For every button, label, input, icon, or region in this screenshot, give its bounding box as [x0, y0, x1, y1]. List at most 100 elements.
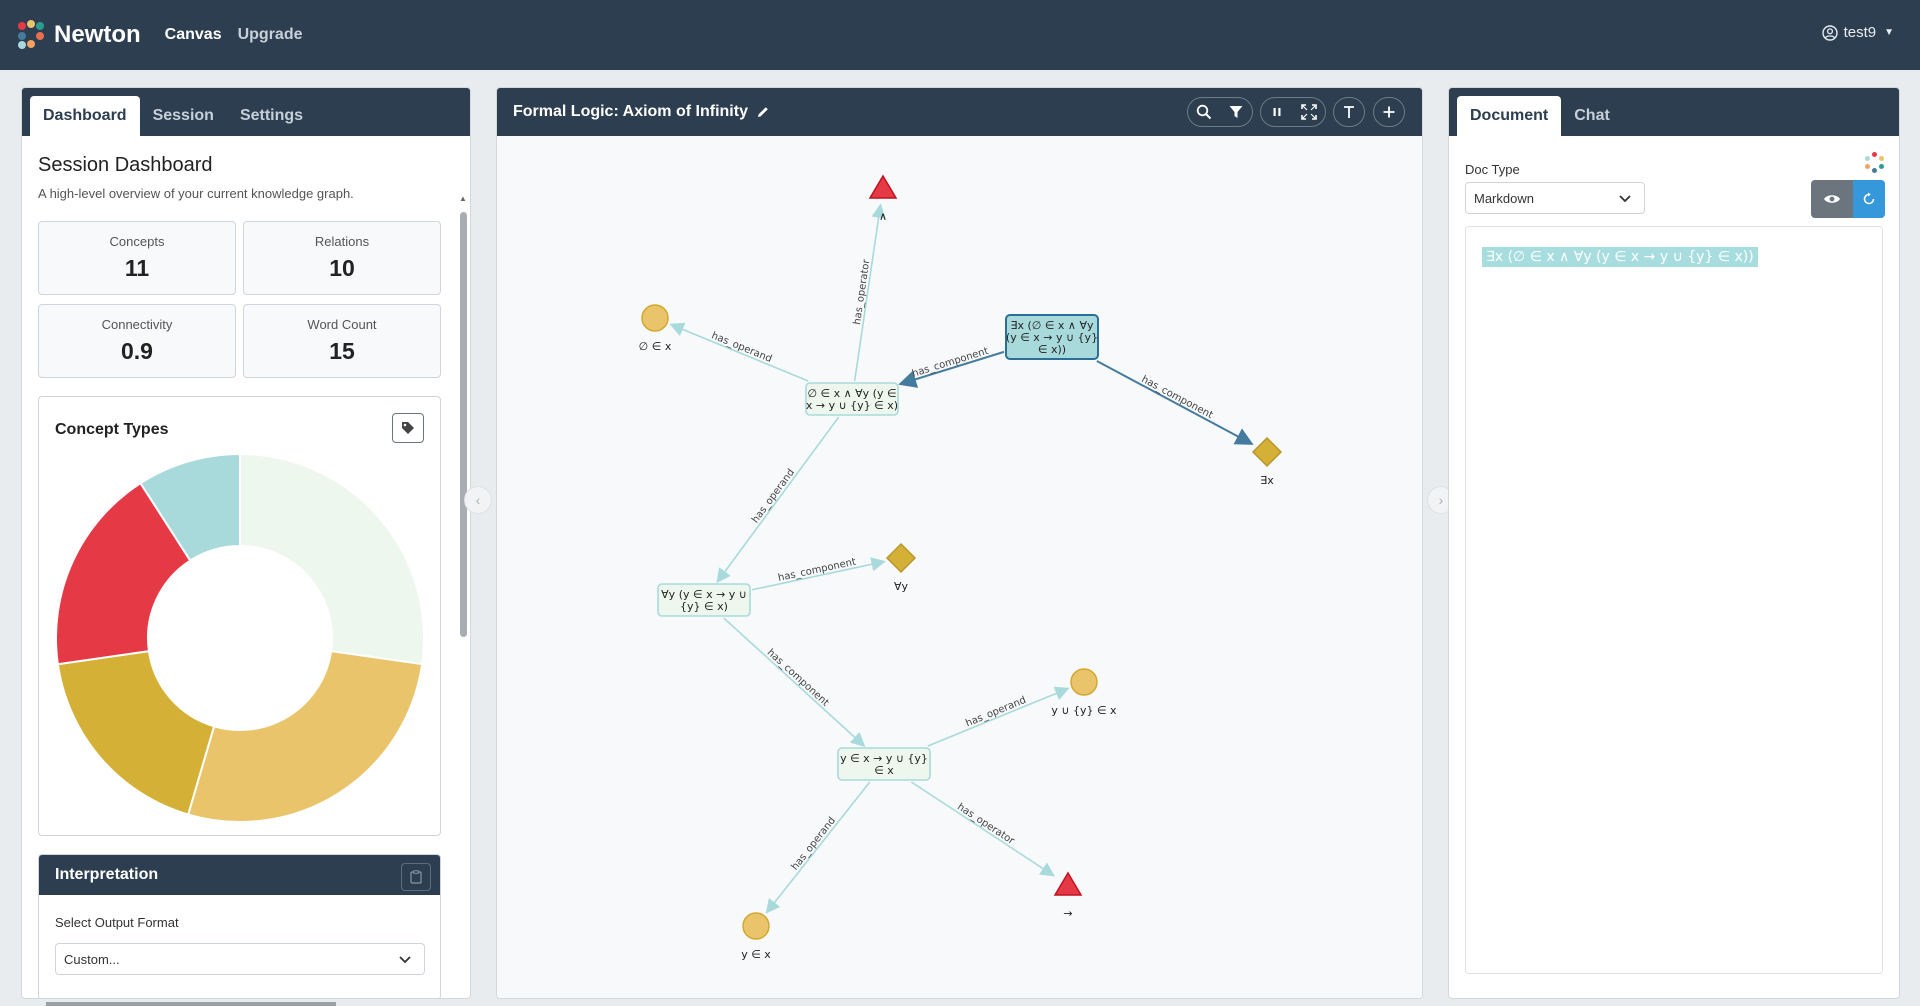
- node-label: ∅ ∈ x: [639, 340, 672, 353]
- node-text: ∈ x: [874, 764, 894, 777]
- dashboard-title: Session Dashboard: [38, 154, 213, 176]
- bottom-scroll-indicator: [46, 1002, 336, 1006]
- eye-icon: [1824, 195, 1840, 203]
- tab-chat[interactable]: Chat: [1561, 96, 1623, 136]
- collapse-left-button[interactable]: ‹: [464, 486, 492, 514]
- node-label: y ∪ {y} ∈ x: [1051, 704, 1117, 717]
- dashboard-scrollbar[interactable]: ▲ ▼: [458, 194, 468, 998]
- scroll-thumb[interactable]: [460, 212, 467, 637]
- loading-spinner-icon: [1863, 152, 1885, 174]
- clipboard-button[interactable]: [401, 863, 431, 891]
- edge-label: has_operand: [790, 815, 838, 872]
- text-button[interactable]: [1334, 98, 1364, 126]
- fit-view-button[interactable]: [1293, 98, 1325, 126]
- refresh-icon: [1863, 192, 1875, 205]
- concept-types-title: Concept Types: [55, 421, 169, 438]
- graph-title-text: Formal Logic: Axiom of Infinity: [513, 103, 748, 120]
- graph-node-conj[interactable]: ∅ ∈ x ∧ ∀y (y ∈x → y ∪ {y} ∈ x): [805, 382, 899, 416]
- output-format-value: Custom...: [64, 951, 120, 967]
- caret-down-icon: ▼: [1884, 27, 1894, 38]
- output-format-label: Select Output Format: [55, 915, 179, 930]
- node-label: ∧: [879, 210, 887, 223]
- tab-dashboard[interactable]: Dashboard: [30, 96, 140, 136]
- node-text: x → y ∪ {y} ∈ x): [806, 399, 898, 412]
- donut-slice-1[interactable]: [186, 649, 424, 823]
- nav-link-canvas[interactable]: Canvas: [165, 26, 222, 44]
- text-toggle-group: [1333, 97, 1365, 127]
- graph-edge[interactable]: [723, 617, 866, 747]
- interpretation-card: Interpretation Select Output Format Cust…: [38, 854, 441, 998]
- graph-node-empty_in[interactable]: ∅ ∈ x: [639, 304, 672, 353]
- output-format-select[interactable]: Custom...: [55, 943, 425, 975]
- tab-settings[interactable]: Settings: [227, 96, 316, 136]
- add-node-button[interactable]: [1374, 98, 1404, 126]
- edges-layer: has_componenthas_componenthas_operatorha…: [669, 203, 1254, 914]
- concept-types-card: Concept Types: [38, 396, 441, 836]
- tab-session[interactable]: Session: [140, 96, 227, 136]
- graph-edge[interactable]: [716, 416, 840, 584]
- nodes-layer: ∃x (∅ ∈ x ∧ ∀y(y ∈ x → y ∪ {y}∈ x)) ∅ ∈ x…: [639, 174, 1283, 961]
- clipboard-icon: [410, 870, 422, 884]
- graph-node-exists[interactable]: ∃x: [1251, 436, 1283, 487]
- graph-node-root[interactable]: ∃x (∅ ∈ x ∧ ∀y(y ∈ x → y ∪ {y}∈ x)): [1005, 314, 1099, 360]
- doc-actions: [1811, 180, 1885, 218]
- doc-type-label: Doc Type: [1465, 162, 1520, 177]
- node-label: →: [1063, 907, 1072, 920]
- brand-name: Newton: [54, 21, 141, 48]
- document-preview[interactable]: ∃x (∅ ∈ x ∧ ∀y (y ∈ x → y ∪ {y} ∈ x)): [1465, 226, 1883, 974]
- node-label: ∃x: [1260, 474, 1274, 487]
- graph-node-union_in[interactable]: y ∪ {y} ∈ x: [1051, 668, 1117, 717]
- brand[interactable]: Newton: [16, 20, 141, 50]
- node-text: ∈ x)): [1038, 343, 1066, 356]
- concept-types-donut-chart: [55, 453, 425, 823]
- edge-label: has_operand: [750, 467, 797, 525]
- graph-title[interactable]: Formal Logic: Axiom of Infinity: [513, 103, 770, 121]
- knowledge-graph[interactable]: has_componenthas_componenthas_operatorha…: [497, 136, 1422, 998]
- user-name: test9: [1843, 24, 1877, 41]
- right-panel-header: Document Chat: [1449, 88, 1899, 136]
- left-tabs: Dashboard Session Settings: [30, 96, 316, 136]
- scroll-up-icon[interactable]: ▲: [458, 194, 468, 203]
- user-menu[interactable]: test9 ▼: [1821, 24, 1894, 41]
- nav-link-upgrade[interactable]: Upgrade: [238, 26, 303, 44]
- pause-button[interactable]: [1261, 98, 1293, 126]
- right-panel: Document Chat Doc Type Markdown ∃x (∅ ∈ …: [1448, 87, 1900, 999]
- edge-label: has_operand: [964, 695, 1028, 730]
- edge-label: has_component: [765, 647, 831, 709]
- dashboard-body: Session Dashboard A high-level overview …: [22, 136, 470, 998]
- filter-button[interactable]: [1220, 98, 1252, 126]
- donut-slice-2[interactable]: [56, 649, 216, 816]
- graph-node-arrow_op[interactable]: →: [1053, 871, 1083, 920]
- stat-value: 0.9: [121, 338, 153, 364]
- doc-type-select[interactable]: Markdown: [1465, 182, 1645, 214]
- doc-type-value: Markdown: [1474, 190, 1534, 206]
- graph-node-impl[interactable]: y ∈ x → y ∪ {y}∈ x: [837, 747, 931, 781]
- left-panel-header: Dashboard Session Settings: [22, 88, 470, 136]
- graph-node-forall_q[interactable]: ∀y: [885, 542, 917, 593]
- node-label: y ∈ x: [741, 948, 771, 961]
- left-panel: Dashboard Session Settings Session Dashb…: [21, 87, 471, 999]
- search-button[interactable]: [1188, 98, 1220, 126]
- tag-button[interactable]: [392, 413, 424, 443]
- pencil-icon[interactable]: [756, 105, 770, 119]
- graph-canvas[interactable]: has_component has_component has_operator ha…: [497, 136, 1422, 998]
- graph-node-y_in[interactable]: y ∈ x: [741, 912, 771, 961]
- stat-label: Word Count: [307, 317, 377, 332]
- preview-button[interactable]: [1811, 180, 1853, 218]
- newton-logo-icon: [16, 20, 46, 50]
- edge-label: has_operator: [955, 802, 1017, 848]
- node-text: {y} ∈ x): [680, 600, 728, 613]
- node-label: ∀y: [894, 580, 909, 593]
- donut-slice-0[interactable]: [239, 453, 425, 666]
- search-filter-group: [1187, 97, 1253, 127]
- refresh-button[interactable]: [1853, 180, 1885, 218]
- interpretation-header: Interpretation: [39, 855, 440, 895]
- pause-icon: [1273, 108, 1281, 116]
- graph-node-and_op[interactable]: ∧: [868, 174, 898, 223]
- graph-node-forall[interactable]: ∀y (y ∈ x → y ∪{y} ∈ x): [657, 583, 751, 617]
- edge-label: has_operator: [852, 258, 873, 325]
- stat-card-connectivity: Connectivity 0.9: [38, 304, 236, 378]
- right-tabs: Document Chat: [1457, 96, 1623, 136]
- interpretation-title: Interpretation: [55, 866, 159, 883]
- tab-document[interactable]: Document: [1457, 96, 1562, 136]
